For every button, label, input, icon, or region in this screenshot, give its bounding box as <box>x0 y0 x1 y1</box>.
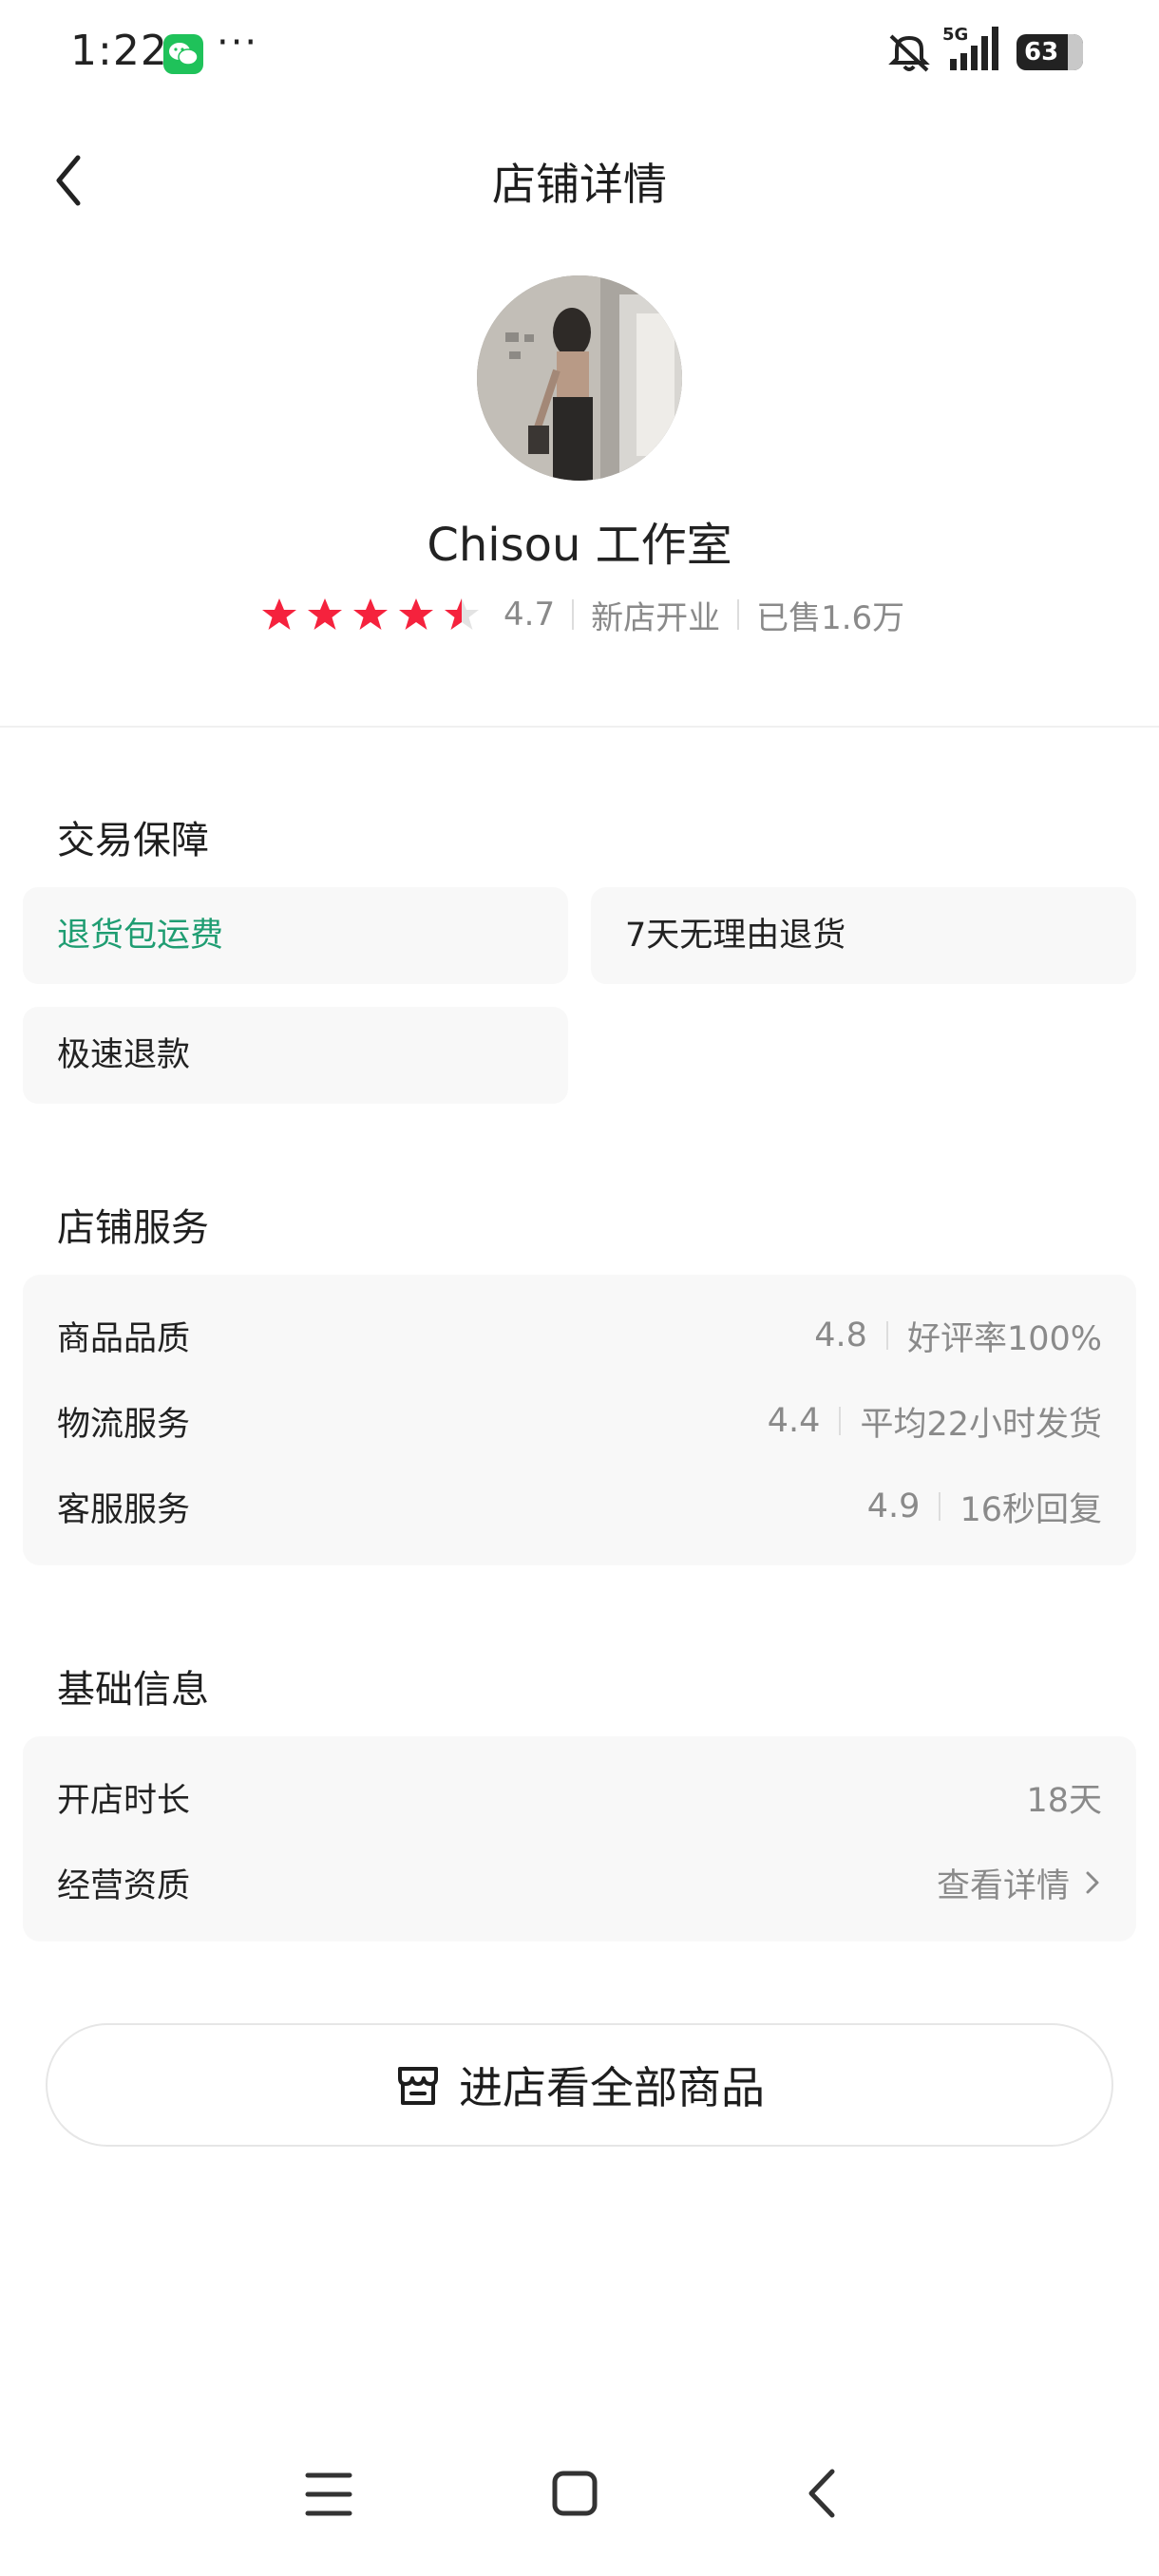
divider <box>572 599 575 630</box>
row-score: 4.9 <box>866 1487 921 1525</box>
page-title: 店铺详情 <box>492 159 667 210</box>
star-half-icon <box>445 598 479 630</box>
service-row-customer-service[interactable]: 客服服务 4.9 16秒回复 <box>57 1478 1102 1535</box>
row-label: 经营资质 <box>57 1866 191 1905</box>
row-label: 物流服务 <box>57 1405 191 1444</box>
enter-shop-label: 进店看全部商品 <box>459 2062 765 2113</box>
wechat-icon <box>163 34 203 74</box>
row-detail: 好评率100% <box>906 1319 1102 1358</box>
sold-count: 已售1.6万 <box>756 598 905 637</box>
star-full-icon <box>308 598 342 630</box>
store-icon <box>398 2067 438 2105</box>
status-bar: 1:22 ··· 5G 63 <box>0 0 1159 104</box>
tag-fast-refund[interactable]: 极速退款 <box>23 1007 568 1104</box>
star-full-icon <box>353 598 388 630</box>
service-row-logistics[interactable]: 物流服务 4.4 平均22小时发货 <box>57 1392 1102 1449</box>
guarantee-title: 交易保障 <box>57 819 209 862</box>
divider <box>737 599 740 630</box>
section-divider <box>0 726 1159 728</box>
chevron-right-icon <box>1086 1871 1099 1894</box>
service-row-quality[interactable]: 商品品质 4.8 好评率100% <box>57 1307 1102 1364</box>
divider <box>839 1407 842 1435</box>
row-label: 客服服务 <box>57 1490 191 1529</box>
star-full-icon <box>399 598 433 630</box>
basic-info-title: 基础信息 <box>57 1668 209 1712</box>
battery-level: 63 <box>1024 38 1059 66</box>
nav-home-button[interactable] <box>532 2460 618 2527</box>
service-panel: 商品品质 4.8 好评率100% 物流服务 4.4 平均22小时发货 客服服务 … <box>23 1275 1136 1565</box>
view-details-link[interactable]: 查看详情 <box>937 1859 1070 1907</box>
tag-7-day-return[interactable]: 7天无理由退货 <box>591 887 1136 984</box>
divider <box>885 1321 888 1350</box>
service-title: 店铺服务 <box>57 1206 209 1250</box>
signal-icon: 5G <box>940 23 1007 80</box>
row-label: 开店时长 <box>57 1781 191 1820</box>
row-value: 18天 <box>1026 1781 1102 1820</box>
nav-back-button[interactable] <box>779 2460 864 2527</box>
mute-vibrate-icon <box>885 28 933 80</box>
basic-info-panel: 开店时长 18天 经营资质 查看详情 <box>23 1736 1136 1941</box>
enter-shop-button[interactable]: 进店看全部商品 <box>46 2023 1113 2147</box>
row-label: 商品品质 <box>57 1319 191 1358</box>
status-more-dots: ··· <box>217 21 259 65</box>
shop-name: Chisou 工作室 <box>427 519 732 572</box>
header: 店铺详情 <box>0 133 1159 228</box>
svg-text:5G: 5G <box>942 25 968 45</box>
menu-icon <box>305 2472 352 2516</box>
tag-free-return-shipping[interactable]: 退货包运费 <box>23 887 568 984</box>
shop-avatar[interactable] <box>477 275 682 481</box>
shop-rating-row: 4.7 新店开业 已售1.6万 <box>260 591 904 638</box>
rating-value: 4.7 <box>504 596 556 634</box>
shop-badge: 新店开业 <box>591 598 721 637</box>
row-detail: 平均22小时发货 <box>860 1405 1102 1444</box>
row-score: 4.4 <box>767 1402 821 1440</box>
basic-row-qualification[interactable]: 经营资质 查看详情 <box>57 1854 1102 1911</box>
row-score: 4.8 <box>814 1316 867 1354</box>
rating-stars <box>260 596 488 634</box>
back-triangle-icon <box>808 2469 835 2518</box>
home-square-icon <box>552 2471 598 2516</box>
row-detail: 16秒回复 <box>960 1490 1102 1529</box>
divider <box>939 1492 941 1521</box>
basic-row-store-age: 开店时长 18天 <box>57 1769 1102 1826</box>
system-nav-bar <box>0 2441 1159 2536</box>
star-full-icon <box>262 598 296 630</box>
battery-icon: 63 <box>1016 34 1083 70</box>
status-time: 1:22 <box>70 27 168 75</box>
nav-menu-button[interactable] <box>287 2460 372 2527</box>
